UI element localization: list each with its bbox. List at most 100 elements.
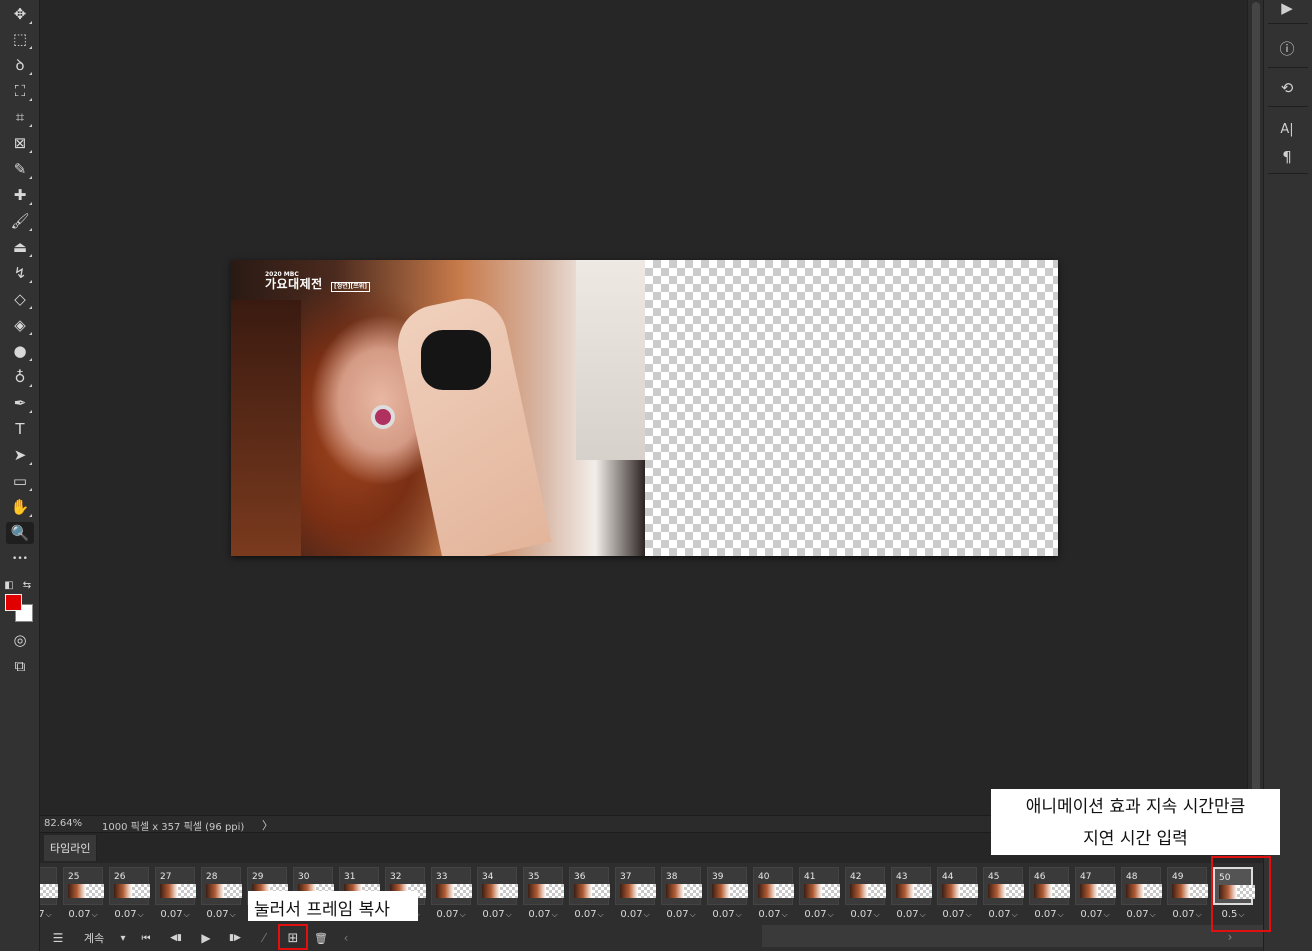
frame-thumbnail[interactable]: 33 bbox=[431, 867, 472, 905]
animation-frame[interactable]: 45 0.07⌵ bbox=[981, 865, 1025, 923]
animation-frame[interactable]: 40 0.07⌵ bbox=[751, 865, 795, 923]
chevron-down-icon[interactable]: ▾ bbox=[116, 928, 130, 948]
canvas-area[interactable]: 2020 MBC 가요대제전 [정연][쯔위] bbox=[40, 0, 1247, 815]
frame-thumbnail[interactable]: 28 bbox=[201, 867, 242, 905]
dodge-icon[interactable]: ♁ bbox=[8, 366, 32, 388]
frame-delay-select[interactable]: 0.07⌵ bbox=[613, 909, 657, 920]
animation-frame[interactable]: 42 0.07⌵ bbox=[843, 865, 887, 923]
arrow-pointer-icon[interactable]: ➤ bbox=[8, 444, 32, 466]
frame-thumbnail[interactable]: 43 bbox=[891, 867, 932, 905]
quick-mask-icon[interactable]: ◎ bbox=[8, 629, 32, 651]
frame-delay-select[interactable]: 0.07⌵ bbox=[981, 909, 1025, 920]
loop-options-select[interactable]: 계속 bbox=[80, 928, 108, 948]
animation-frame[interactable]: 47 0.07⌵ bbox=[1073, 865, 1117, 923]
frame-delay-select[interactable]: 0.07⌵ bbox=[475, 909, 519, 920]
animation-frame[interactable]: 49 0.07⌵ bbox=[1165, 865, 1209, 923]
play-action-icon[interactable]: ▶ bbox=[1274, 0, 1300, 19]
convert-to-timeline-icon[interactable]: ☰ bbox=[48, 928, 68, 948]
animation-frame[interactable]: 25 0.07⌵ bbox=[61, 865, 105, 923]
frame-thumbnail[interactable]: 26 bbox=[109, 867, 150, 905]
animation-frame[interactable]: 28 0.07⌵ bbox=[199, 865, 243, 923]
previous-frame-button[interactable]: ◀▮ bbox=[166, 928, 186, 948]
move-icon[interactable]: ✥ bbox=[8, 3, 32, 25]
frame-delay-select[interactable]: 0.07⌵ bbox=[1073, 909, 1117, 920]
frame-thumbnail[interactable]: 37 bbox=[615, 867, 656, 905]
frame-delay-select[interactable]: 0.07⌵ bbox=[1027, 909, 1071, 920]
default-colors-icon[interactable]: ◧ bbox=[2, 574, 16, 596]
frame-delay-select[interactable]: 0.07⌵ bbox=[659, 909, 703, 920]
drop-icon[interactable]: ● bbox=[8, 340, 32, 362]
lasso-icon[interactable]: ꝺ bbox=[8, 54, 32, 76]
frame-thumbnail[interactable]: 38 bbox=[661, 867, 702, 905]
frame-thumbnail[interactable]: 44 bbox=[937, 867, 978, 905]
bandage-icon[interactable]: ✚ bbox=[8, 184, 32, 206]
frame-thumbnail[interactable]: 41 bbox=[799, 867, 840, 905]
first-frame-button[interactable]: ⏮ bbox=[138, 928, 154, 948]
hand-icon[interactable]: ✋ bbox=[8, 496, 32, 518]
paragraph-icon[interactable]: ¶ bbox=[1274, 146, 1300, 168]
frame-delay-select[interactable]: 0.07⌵ bbox=[199, 909, 243, 920]
animation-frame[interactable]: 43 0.07⌵ bbox=[889, 865, 933, 923]
frame-thumbnail[interactable]: 39 bbox=[707, 867, 748, 905]
scroll-thumb[interactable] bbox=[1252, 2, 1260, 812]
stamp-icon[interactable]: ⏏ bbox=[8, 236, 32, 258]
delete-frame-button[interactable]: 🗑 bbox=[312, 928, 330, 948]
animation-frame[interactable]: 36 0.07⌵ bbox=[567, 865, 611, 923]
frame-thumbnail[interactable]: 27 bbox=[155, 867, 196, 905]
timeline-horizontal-scrollbar[interactable] bbox=[762, 925, 1263, 947]
animation-frame[interactable]: 27 0.07⌵ bbox=[153, 865, 197, 923]
paint-bucket-icon[interactable]: ◈ bbox=[8, 314, 32, 336]
frame-delay-select[interactable]: 0.07⌵ bbox=[521, 909, 565, 920]
object-selection-icon[interactable]: ⛶ bbox=[8, 80, 32, 102]
history-brush-icon[interactable]: ↯ bbox=[8, 262, 32, 284]
scroll-left-icon[interactable]: ‹ bbox=[340, 928, 352, 948]
frame-delay-select[interactable]: 0.07⌵ bbox=[843, 909, 887, 920]
frame-icon[interactable]: ⊠ bbox=[8, 132, 32, 154]
frame-delay-select[interactable]: 0.07⌵ bbox=[153, 909, 197, 920]
frame-delay-select[interactable]: 0.07⌵ bbox=[40, 909, 59, 920]
crop-icon[interactable]: ⌗ bbox=[8, 106, 32, 128]
screen-mode-icon[interactable]: ⧉ bbox=[8, 655, 32, 677]
frame-delay-select[interactable]: 0.07⌵ bbox=[889, 909, 933, 920]
zoom-level[interactable]: 82.64% bbox=[44, 818, 82, 829]
character-icon[interactable]: A| bbox=[1274, 118, 1300, 140]
frame-delay-select[interactable]: 0.07⌵ bbox=[567, 909, 611, 920]
frame-delay-select[interactable]: 0.07⌵ bbox=[107, 909, 151, 920]
frame-delay-select[interactable]: 0.07⌵ bbox=[751, 909, 795, 920]
animation-frame[interactable]: 34 0.07⌵ bbox=[475, 865, 519, 923]
frame-thumbnail[interactable]: 35 bbox=[523, 867, 564, 905]
frame-thumbnail[interactable]: 25 bbox=[63, 867, 104, 905]
history-icon[interactable]: ⟲ bbox=[1274, 77, 1300, 99]
tween-button[interactable]: ⁄ bbox=[256, 928, 272, 948]
animation-frame[interactable]: 38 0.07⌵ bbox=[659, 865, 703, 923]
frame-delay-select[interactable]: 0.07⌵ bbox=[1119, 909, 1163, 920]
frame-delay-select[interactable]: 0.07⌵ bbox=[61, 909, 105, 920]
vertical-scrollbar[interactable] bbox=[1247, 0, 1263, 815]
frame-thumbnail[interactable]: 34 bbox=[477, 867, 518, 905]
frame-thumbnail[interactable]: 36 bbox=[569, 867, 610, 905]
animation-frame[interactable]: 35 0.07⌵ bbox=[521, 865, 565, 923]
frame-thumbnail[interactable]: 49 bbox=[1167, 867, 1208, 905]
pen-icon[interactable]: ✒ bbox=[8, 392, 32, 414]
info-icon[interactable]: ⓘ bbox=[1274, 37, 1300, 59]
frame-thumbnail[interactable] bbox=[40, 867, 58, 905]
animation-frame[interactable]: 41 0.07⌵ bbox=[797, 865, 841, 923]
next-frame-button[interactable]: ▮▶ bbox=[225, 928, 245, 948]
rectangle-icon[interactable]: ▭ bbox=[8, 470, 32, 492]
play-button[interactable]: ▶ bbox=[198, 928, 214, 948]
animation-frame[interactable]: 0.07⌵ bbox=[40, 865, 59, 923]
frame-delay-select[interactable]: 0.07⌵ bbox=[935, 909, 979, 920]
animation-frame[interactable]: 37 0.07⌵ bbox=[613, 865, 657, 923]
tab-timeline[interactable]: 타임라인 bbox=[44, 835, 98, 861]
ellipsis-icon[interactable]: ••• bbox=[8, 548, 32, 570]
frame-thumbnail[interactable]: 40 bbox=[753, 867, 794, 905]
animation-frame[interactable]: 39 0.07⌵ bbox=[705, 865, 749, 923]
frame-delay-select[interactable]: 0.07⌵ bbox=[429, 909, 473, 920]
animation-frame[interactable]: 26 0.07⌵ bbox=[107, 865, 151, 923]
frame-delay-select[interactable]: 0.07⌵ bbox=[797, 909, 841, 920]
swap-colors-icon[interactable]: ⇆ bbox=[20, 574, 34, 596]
animation-frame[interactable]: 48 0.07⌵ bbox=[1119, 865, 1163, 923]
type-icon[interactable]: T bbox=[8, 418, 32, 440]
frame-delay-select[interactable]: 0.07⌵ bbox=[705, 909, 749, 920]
animation-frame[interactable]: 44 0.07⌵ bbox=[935, 865, 979, 923]
